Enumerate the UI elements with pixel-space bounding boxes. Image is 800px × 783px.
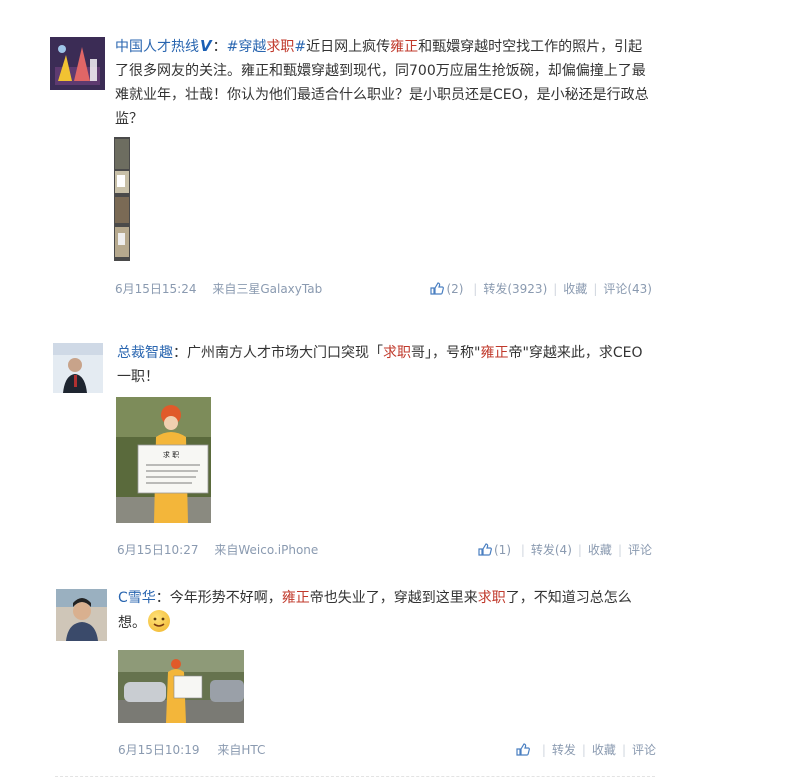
post-meta: 6月15日15:24 来自三星GalaxyTab [115, 282, 323, 296]
source-link[interactable]: HTC [241, 743, 265, 757]
thumb-up-icon [430, 282, 445, 295]
thumbnail-image [114, 137, 130, 261]
like-button[interactable]: (1) [478, 543, 515, 557]
post-text: C雪华：今年形势不好啊，雍正帝也失业了，穿越到这里来求职了，不知道习总怎么想。 [118, 590, 632, 632]
photo-image: 求 职 [116, 397, 211, 523]
like-button[interactable]: (2) [430, 282, 467, 296]
avatar-zhongguo-rencai[interactable] [50, 37, 105, 90]
post-text: 中国人才热线V：#穿越求职#近日网上疯传雍正和甄嬛穿越时空找工作的照片，引起了很… [115, 34, 655, 131]
keyword-highlight: 雍正 [281, 590, 310, 606]
avatar-c-xuehua[interactable] [56, 589, 107, 641]
comment-button[interactable]: 评论(43) [603, 282, 652, 296]
like-button[interactable] [516, 743, 536, 757]
nickname-link[interactable]: 中国人才热线 [115, 39, 199, 55]
post-photo[interactable] [118, 650, 244, 723]
favorite-button[interactable]: 收藏 [563, 282, 587, 296]
source-link[interactable]: Weico.iPhone [238, 543, 318, 557]
feed-item-1: 中国人才热线V：#穿越求职#近日网上疯传雍正和甄嬛穿越时空找工作的照片，引起了很… [0, 0, 800, 310]
keyword-highlight: 求职 [383, 345, 411, 361]
post-photo[interactable]: 求 职 [116, 397, 211, 523]
repost-button[interactable]: 转发(4) [531, 543, 572, 557]
svg-text:求 职: 求 职 [163, 450, 179, 459]
nickname-link[interactable]: 总裁智趣 [117, 345, 173, 361]
source-link[interactable]: 三星GalaxyTab [236, 282, 322, 296]
keyword-highlight: 雍正 [480, 345, 509, 361]
post-thumbnail[interactable] [114, 137, 130, 261]
avatar-image [56, 589, 107, 641]
keyword-highlight: 雍正 [390, 39, 419, 55]
photo-image [118, 650, 244, 723]
thumb-up-icon [478, 543, 492, 556]
keyword-highlight: 求职 [477, 590, 506, 606]
feed-item-3: C雪华：今年形势不好啊，雍正帝也失业了，穿越到这里来求职了，不知道习总怎么想。 … [0, 570, 800, 783]
post-time[interactable]: 6月15日10:27 [117, 543, 199, 557]
repost-button[interactable]: 转发(3923) [483, 282, 547, 296]
post-text: 总裁智趣：广州南方人才市场大门口突现「求职哥」，号称"雍正帝"穿越来此，求CEO… [117, 345, 643, 385]
post-actions: | 转发 | 收藏 | 评论 [516, 741, 656, 758]
avatar-zongcai-zhiqu[interactable] [53, 343, 103, 393]
feed-divider [55, 776, 655, 777]
post-time[interactable]: 6月15日15:24 [115, 282, 197, 296]
avatar-image [53, 343, 103, 393]
post-meta: 6月15日10:27 来自Weico.iPhone [117, 543, 319, 557]
repost-button[interactable]: 转发 [552, 743, 576, 757]
post-time[interactable]: 6月15日10:19 [118, 743, 200, 757]
avatar-image [50, 37, 105, 90]
nickname-link[interactable]: C雪华 [118, 590, 156, 606]
post-actions: (2) | 转发(3923) | 收藏 | 评论(43) [430, 280, 652, 297]
favorite-button[interactable]: 收藏 [592, 743, 616, 757]
comment-button[interactable]: 评论 [628, 543, 652, 557]
thumb-up-icon [516, 743, 530, 756]
post-meta: 6月15日10:19 来自HTC [118, 743, 266, 757]
grin-emoji-icon [148, 610, 170, 632]
hashtag-link[interactable]: #穿越求职# [227, 39, 306, 55]
comment-button[interactable]: 评论 [632, 743, 656, 757]
feed-item-2: 总裁智趣：广州南方人才市场大门口突现「求职哥」，号称"雍正帝"穿越来此，求CEO… [0, 310, 800, 570]
post-actions: (1) | 转发(4) | 收藏 | 评论 [478, 541, 652, 558]
verified-icon[interactable]: V [200, 34, 212, 58]
favorite-button[interactable]: 收藏 [588, 543, 612, 557]
